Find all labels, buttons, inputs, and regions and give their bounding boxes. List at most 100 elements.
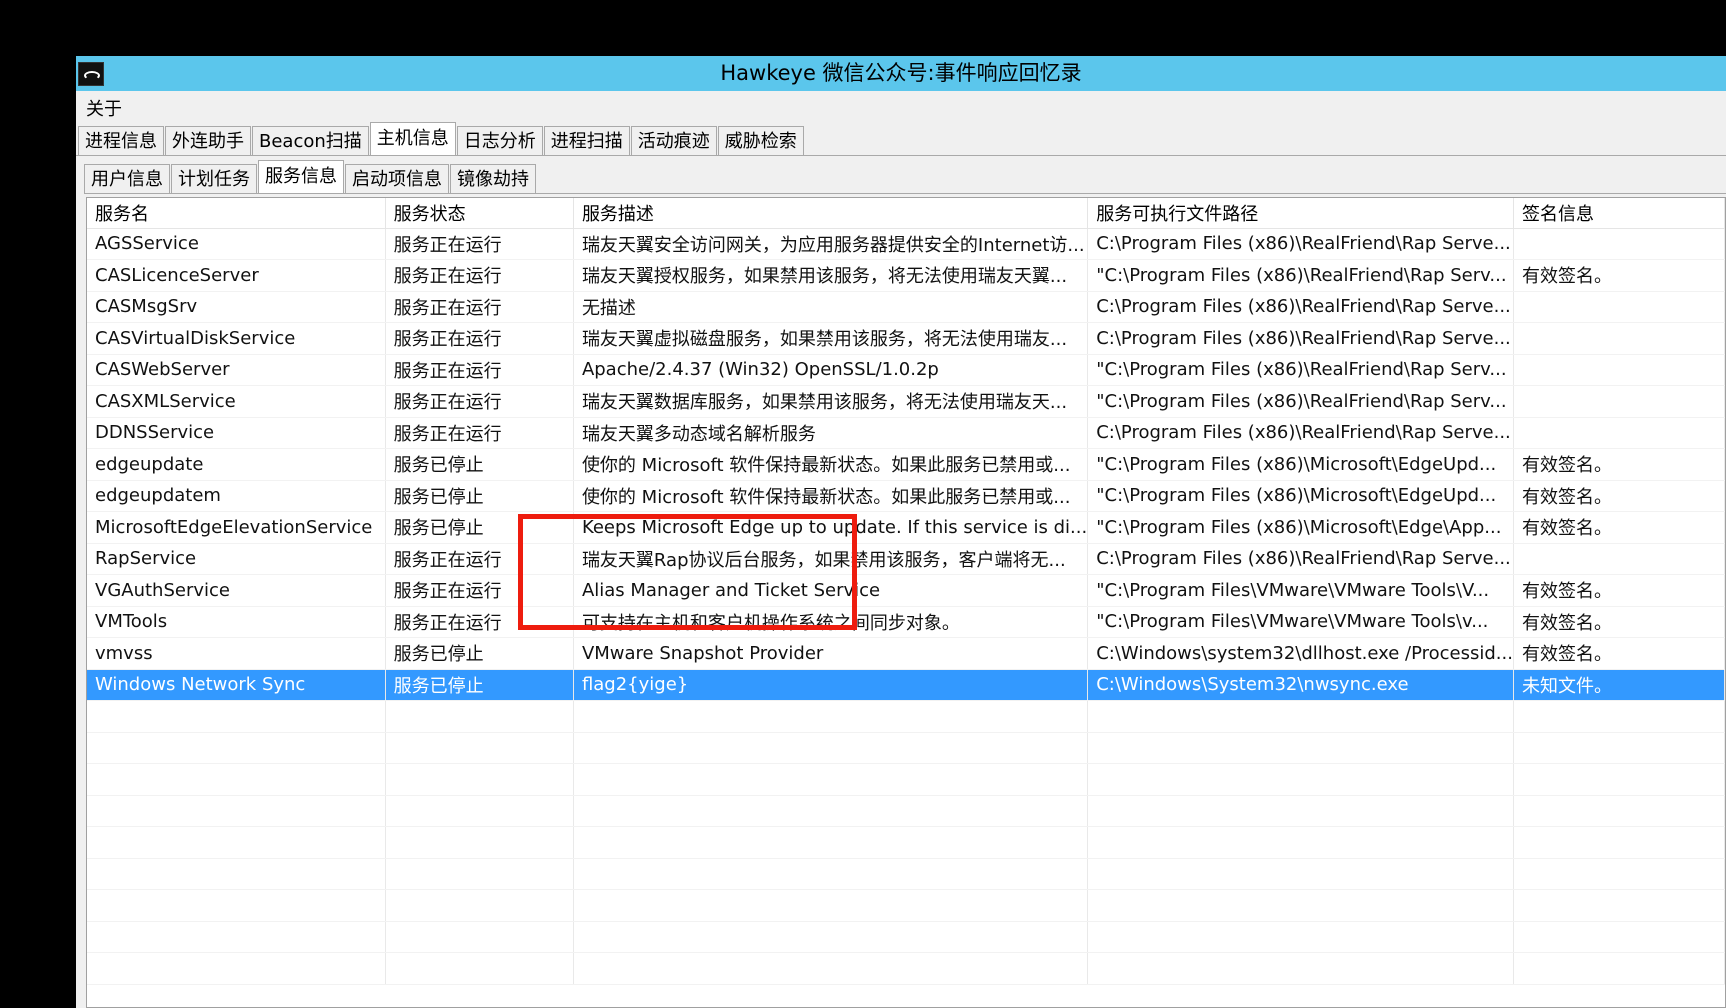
cell-service-description: Keeps Microsoft Edge up to update. If th… <box>573 511 1089 544</box>
main-tab-strip: 进程信息 外连助手 Beacon扫描 主机信息 日志分析 进程扫描 活动痕迹 威胁检索 <box>78 121 805 155</box>
cell-service-name: MicrosoftEdgeElevationService <box>87 511 386 544</box>
header-service-status[interactable]: 服务状态 <box>385 198 574 229</box>
table-row[interactable]: vmvss 服务已停止 VMware Snapshot Provider C:\Win… <box>87 637 1725 670</box>
tab-main-1[interactable]: 外连助手 <box>165 126 251 155</box>
table-row[interactable]: edgeupdate 服务已停止 使你的 Microsoft 软件保持最新状态。如果… <box>87 448 1725 481</box>
empty-row <box>87 763 1725 796</box>
tab-main-6[interactable]: 活动痕迹 <box>630 126 717 155</box>
cell-service-status: 服务正在运行 <box>385 606 574 638</box>
empty-cell <box>87 795 386 827</box>
tab-main-2[interactable]: Beacon扫描 <box>252 126 369 155</box>
empty-cell <box>573 921 1089 953</box>
empty-cell <box>1087 732 1514 764</box>
cell-service-description: 瑞友天翼虚拟磁盘服务，如果禁用该服务，将无法使用瑞友... <box>573 322 1089 355</box>
cell-executable-path: "C:\Program Files (x86)\RealFriend\Rap S… <box>1087 259 1514 292</box>
window-title: Hawkeye 微信公众号:事件响应回忆录 <box>720 61 1082 85</box>
cell-service-name: vmvss <box>87 637 386 670</box>
empty-cell <box>87 763 386 796</box>
tab-sub-2[interactable]: 服务信息 <box>258 160 344 193</box>
empty-cell <box>573 952 1089 985</box>
cell-service-status: 服务已停止 <box>385 448 574 481</box>
empty-cell <box>1513 763 1725 796</box>
cell-service-name: VMTools <box>87 606 386 638</box>
table-row[interactable]: CASWebServer 服务正在运行 Apache/2.4.37 (Win32) … <box>87 354 1725 386</box>
header-service-description[interactable]: 服务描述 <box>573 198 1089 229</box>
empty-cell <box>1087 858 1514 890</box>
tab-sub-0[interactable]: 用户信息 <box>84 164 170 193</box>
cell-service-description: 瑞友天翼安全访问网关，为应用服务器提供安全的Internet访... <box>573 228 1089 260</box>
empty-cell <box>573 700 1089 733</box>
empty-cell <box>385 889 574 922</box>
cell-service-description: flag2{yige} <box>573 669 1089 701</box>
tab-sub-3[interactable]: 启动项信息 <box>345 164 449 193</box>
cell-signature <box>1513 291 1725 323</box>
cell-service-status: 服务正在运行 <box>385 354 574 386</box>
menu-bar: 关于 <box>76 91 1726 121</box>
empty-cell <box>87 952 386 985</box>
header-service-name[interactable]: 服务名 <box>87 198 386 229</box>
table-header-row: 服务名 服务状态 服务描述 服务可执行文件路径 签名信息 <box>87 198 1725 229</box>
tab-sub-1[interactable]: 计划任务 <box>171 164 257 193</box>
tab-main-4[interactable]: 日志分析 <box>456 126 543 155</box>
table-row[interactable]: Windows Network Sync 服务已停止 flag2{yige} C:\W… <box>87 669 1725 701</box>
table-row[interactable]: RapService 服务正在运行 瑞友天翼Rap协议后台服务，如果禁用该服务，客户… <box>87 543 1725 575</box>
cell-executable-path: "C:\Program Files (x86)\Microsoft\EdgeUp… <box>1087 480 1514 512</box>
app-window: Hawkeye 微信公众号:事件响应回忆录 关于 进程信息 外连助手 Beacon扫… <box>76 56 1726 1008</box>
cell-signature <box>1513 543 1725 575</box>
cell-service-name: VGAuthService <box>87 574 386 607</box>
cell-signature: 有效签名。 <box>1513 637 1725 670</box>
tab-main-7[interactable]: 威胁检索 <box>717 126 804 155</box>
cell-service-name: DDNSService <box>87 417 386 449</box>
empty-cell <box>1087 700 1514 733</box>
cell-signature: 未知文件。 <box>1513 669 1725 701</box>
cell-executable-path: C:\Program Files (x86)\RealFriend\Rap Se… <box>1087 417 1514 449</box>
header-signature[interactable]: 签名信息 <box>1513 198 1725 229</box>
services-table: 服务名 服务状态 服务描述 服务可执行文件路径 签名信息 AGSService 服务正在运… <box>87 198 1725 985</box>
cell-executable-path: C:\Program Files (x86)\RealFriend\Rap Se… <box>1087 291 1514 323</box>
tab-main-5[interactable]: 进程扫描 <box>543 126 630 155</box>
cell-executable-path: "C:\Program Files (x86)\RealFriend\Rap S… <box>1087 385 1514 418</box>
cell-service-description: Alias Manager and Ticket Service <box>573 574 1089 607</box>
services-list[interactable]: 服务名 服务状态 服务描述 服务可执行文件路径 签名信息 AGSService 服务正在运… <box>86 197 1726 1008</box>
tab-main-3[interactable]: 主机信息 <box>369 122 456 155</box>
sub-tab-divider <box>84 193 1726 194</box>
empty-cell <box>1513 921 1725 953</box>
table-row[interactable]: AGSService 服务正在运行 瑞友天翼安全访问网关，为应用服务器提供安全的In… <box>87 228 1725 260</box>
table-row[interactable]: CASXMLService 服务正在运行 瑞友天翼数据库服务，如果禁用该服务，将无法… <box>87 385 1725 418</box>
table-row[interactable]: CASLicenceServer 服务正在运行 瑞友天翼授权服务，如果禁用该服务，将… <box>87 259 1725 292</box>
tab-main-0[interactable]: 进程信息 <box>78 126 164 155</box>
empty-cell <box>87 921 386 953</box>
table-row[interactable]: CASMsgSrv 服务正在运行 无描述 C:\Program Files (x86)… <box>87 291 1725 323</box>
cell-signature <box>1513 354 1725 386</box>
cell-service-name: RapService <box>87 543 386 575</box>
cell-service-status: 服务正在运行 <box>385 259 574 292</box>
empty-cell <box>1513 732 1725 764</box>
cell-service-name: AGSService <box>87 228 386 260</box>
empty-row <box>87 795 1725 827</box>
table-row[interactable]: CASVirtualDiskService 服务正在运行 瑞友天翼虚拟磁盘服务，如果… <box>87 322 1725 355</box>
empty-cell <box>385 700 574 733</box>
cell-signature <box>1513 417 1725 449</box>
tab-sub-4[interactable]: 镜像劫持 <box>450 164 536 193</box>
header-executable-path[interactable]: 服务可执行文件路径 <box>1087 198 1514 229</box>
cell-signature: 有效签名。 <box>1513 259 1725 292</box>
cell-service-status: 服务正在运行 <box>385 385 574 418</box>
cell-service-status: 服务已停止 <box>385 480 574 512</box>
table-row[interactable]: DDNSService 服务正在运行 瑞友天翼多动态域名解析服务 C:\Program… <box>87 417 1725 449</box>
empty-cell <box>573 763 1089 796</box>
table-row[interactable]: edgeupdatem 服务已停止 使你的 Microsoft 软件保持最新状态。如… <box>87 480 1725 512</box>
table-row[interactable]: VMTools 服务正在运行 可支持在主机和客户机操作系统之间同步对象。 "C:\Pr… <box>87 606 1725 638</box>
empty-cell <box>385 795 574 827</box>
cell-signature <box>1513 385 1725 418</box>
empty-cell <box>1087 921 1514 953</box>
table-row[interactable]: MicrosoftEdgeElevationService 服务已停止 Keeps … <box>87 511 1725 544</box>
menu-item-about[interactable]: 关于 <box>86 95 122 121</box>
cell-executable-path: C:\Program Files (x86)\RealFriend\Rap Se… <box>1087 543 1514 575</box>
table-row[interactable]: VGAuthService 服务正在运行 Alias Manager and Tic… <box>87 574 1725 607</box>
cell-signature: 有效签名。 <box>1513 480 1725 512</box>
empty-cell <box>385 952 574 985</box>
empty-cell <box>1087 763 1514 796</box>
empty-cell <box>1513 889 1725 922</box>
title-bar[interactable]: Hawkeye 微信公众号:事件响应回忆录 <box>76 56 1726 91</box>
main-tab-divider <box>76 155 1726 156</box>
